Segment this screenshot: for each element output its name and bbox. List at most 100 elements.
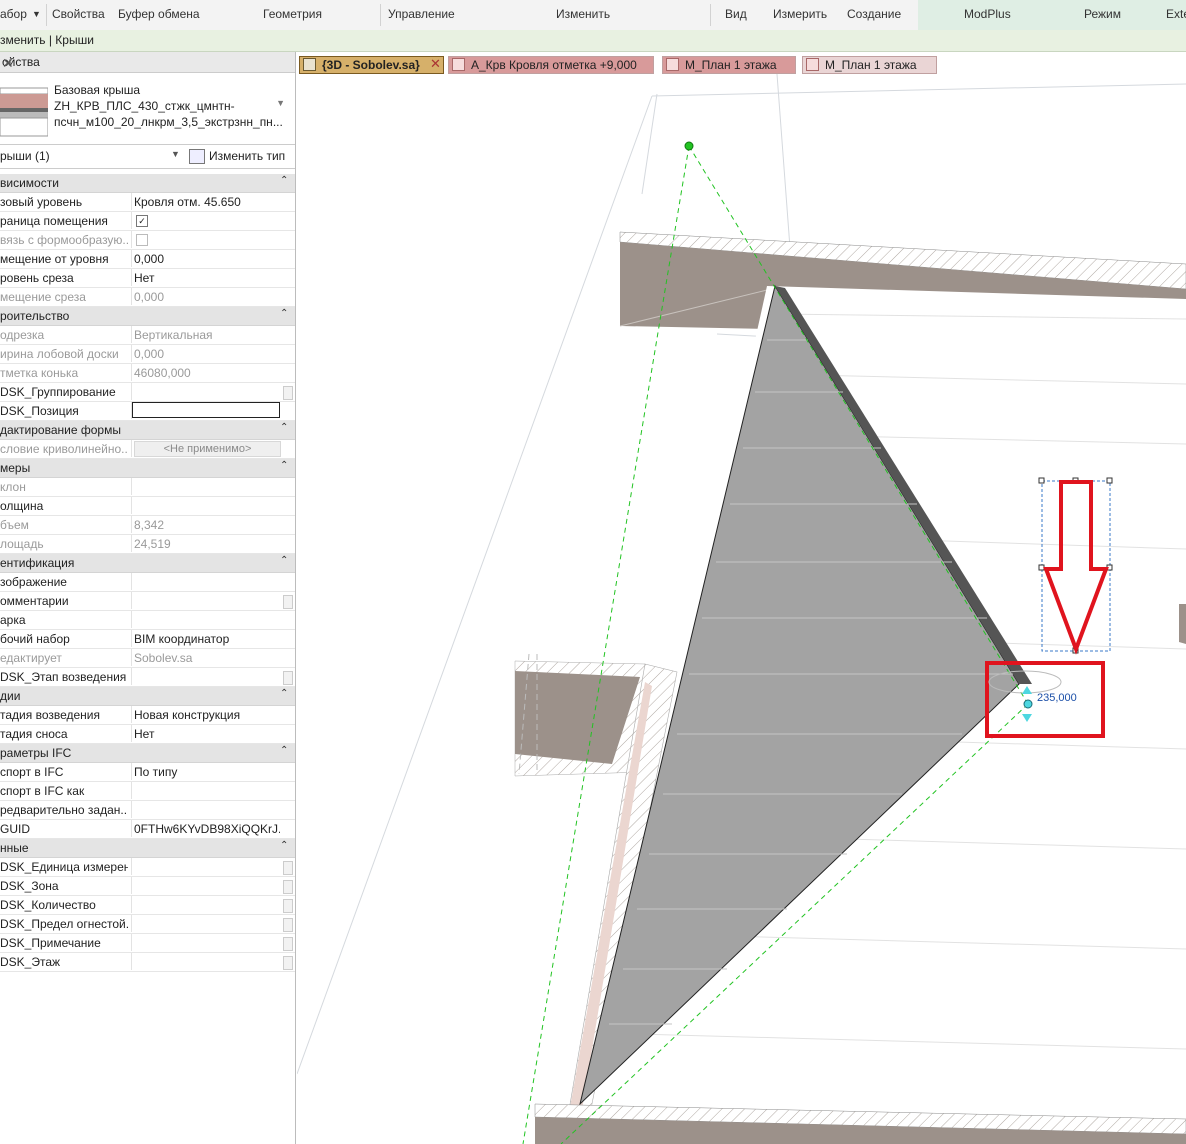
property-row[interactable]: DSK_Количество — [0, 896, 295, 915]
dimension-value[interactable]: 235,000 — [1037, 692, 1077, 704]
property-row[interactable]: тадия возведения Новая конструкция — [0, 706, 295, 725]
chevron-down-icon[interactable]: ▼ — [276, 98, 285, 108]
property-row[interactable]: ровень среза Нет — [0, 269, 295, 288]
property-value[interactable]: Кровля отм. 45.650 — [134, 195, 280, 209]
edit-button-icon[interactable] — [283, 595, 293, 609]
ribbon-group-modify[interactable]: Изменить — [556, 7, 610, 21]
property-value-cell[interactable] — [131, 592, 282, 609]
property-group-header[interactable]: висимости ⌃ — [0, 174, 295, 193]
property-value[interactable]: 0,000 — [134, 252, 280, 266]
property-row[interactable]: мещение среза 0,000 — [0, 288, 295, 307]
property-value-cell[interactable]: 0FTHw6KYvDB98XiQQKrJ... — [131, 820, 282, 837]
property-row[interactable]: DSK_Единица измерен... — [0, 858, 295, 877]
tab-roof-plan[interactable]: А_Крв Кровля отметка +9,000 — [448, 56, 654, 74]
property-value[interactable]: 0,000 — [134, 290, 280, 304]
property-row[interactable]: едактирует Sobolev.sa — [0, 649, 295, 668]
property-row[interactable]: DSK_Позиция — [0, 402, 295, 421]
property-row[interactable]: вязь с формообразую... — [0, 231, 295, 250]
property-value[interactable]: Вертикальная — [134, 328, 280, 342]
property-row[interactable]: спорт в IFC как — [0, 782, 295, 801]
checkbox-checked-icon[interactable]: ✓ — [136, 215, 148, 227]
property-value-cell[interactable]: Нет — [131, 269, 282, 286]
property-row[interactable]: лощадь 24,519 — [0, 535, 295, 554]
edit-button-icon[interactable] — [283, 671, 293, 685]
property-value-cell[interactable]: Нет — [131, 725, 282, 742]
property-value-cell[interactable]: Вертикальная — [131, 326, 282, 343]
collapse-icon[interactable]: ⌃ — [280, 422, 288, 433]
property-value[interactable]: 0,000 — [134, 347, 280, 361]
ribbon-group-create[interactable]: Создание — [847, 7, 901, 21]
property-value-cell[interactable] — [131, 231, 282, 248]
property-value-cell[interactable]: 8,342 — [131, 516, 282, 533]
property-value-cell[interactable] — [131, 668, 282, 685]
3d-viewport[interactable]: 235,000 — [297, 74, 1186, 1144]
ribbon-group-manage[interactable]: Управление — [388, 7, 455, 21]
property-value-cell[interactable]: Sobolev.sa — [131, 649, 282, 666]
edit-button-icon[interactable] — [283, 956, 293, 970]
property-row[interactable]: GUID 0FTHw6KYvDB98XiQQKrJ... — [0, 820, 295, 839]
property-value-cell[interactable]: 0,000 — [131, 250, 282, 267]
property-value-cell[interactable] — [131, 877, 282, 894]
edit-button-icon[interactable] — [283, 937, 293, 951]
property-value-cell[interactable]: По типу — [131, 763, 282, 780]
property-value-cell[interactable] — [131, 953, 282, 970]
ribbon-group-modplus[interactable]: ModPlus — [964, 7, 1011, 21]
edit-type-button[interactable]: Изменить тип — [188, 147, 288, 165]
property-row[interactable]: DSK_Предел огнестой... — [0, 915, 295, 934]
property-group-header[interactable]: роительство ⌃ — [0, 307, 295, 326]
property-value-cell[interactable]: 0,000 — [131, 288, 282, 305]
property-value-cell[interactable] — [131, 782, 282, 799]
property-value[interactable]: 0FTHw6KYvDB98XiQQKrJ... — [134, 822, 280, 836]
property-row[interactable]: DSK_Примечание — [0, 934, 295, 953]
collapse-icon[interactable]: ⌃ — [280, 308, 288, 319]
collapse-icon[interactable]: ⌃ — [280, 555, 288, 566]
property-row[interactable]: арка — [0, 611, 295, 630]
collapse-icon[interactable]: ⌃ — [280, 175, 288, 186]
property-value-cell[interactable]: 0,000 — [131, 345, 282, 362]
property-row[interactable]: спорт в IFC По типу — [0, 763, 295, 782]
property-value-cell[interactable] — [131, 896, 282, 913]
property-row[interactable]: DSK_Группирование — [0, 383, 295, 402]
close-icon[interactable]: ✕ — [430, 56, 441, 72]
property-row[interactable]: омментарии — [0, 592, 295, 611]
collapse-icon[interactable]: ⌃ — [280, 745, 288, 756]
property-value[interactable]: 24,519 — [134, 537, 280, 551]
property-row[interactable]: олщина — [0, 497, 295, 516]
property-row[interactable]: раница помещения ✓ — [0, 212, 295, 231]
property-row[interactable]: бъем 8,342 — [0, 516, 295, 535]
chevron-down-icon[interactable]: ▼ — [171, 149, 180, 159]
instance-filter[interactable]: рыши (1) ▼ Изменить тип — [0, 144, 295, 169]
property-value[interactable]: 46080,000 — [134, 366, 280, 380]
tab-3d-view[interactable]: {3D - Sobolev.sa} ✕ — [299, 56, 444, 74]
collapse-icon[interactable]: ⌃ — [280, 460, 288, 471]
property-group-header[interactable]: раметры IFC ⌃ — [0, 744, 295, 763]
ribbon-group-properties[interactable]: Свойства — [52, 7, 105, 21]
property-value-cell[interactable] — [131, 497, 282, 514]
property-value-cell[interactable] — [131, 611, 282, 628]
collapse-icon[interactable]: ⌃ — [280, 840, 288, 851]
edit-button-icon[interactable] — [283, 899, 293, 913]
property-value[interactable]: 8,342 — [134, 518, 280, 532]
checkbox-icon[interactable] — [136, 234, 148, 246]
property-row[interactable]: ирина лобовой доски 0,000 — [0, 345, 295, 364]
property-value-cell[interactable]: Новая конструкция — [131, 706, 282, 723]
property-row[interactable]: мещение от уровня 0,000 — [0, 250, 295, 269]
ribbon-group-clipboard[interactable]: Буфер обмена — [118, 7, 200, 21]
tab-floor-plan[interactable]: М_План 1 этажа — [662, 56, 796, 74]
ribbon-select-dropdown[interactable]: абор — [0, 7, 27, 21]
type-selector[interactable]: Базовая крыша ZH_КРВ_ПЛС_430_стжк_цмнтн-… — [0, 72, 295, 145]
property-value[interactable]: Новая конструкция — [134, 708, 280, 722]
property-row[interactable]: зображение — [0, 573, 295, 592]
property-group-header[interactable]: меры ⌃ — [0, 459, 295, 478]
ribbon-group-view[interactable]: Вид — [725, 7, 747, 21]
property-value-cell[interactable]: 24,519 — [131, 535, 282, 552]
property-value-cell[interactable]: 46080,000 — [131, 364, 282, 381]
property-value[interactable]: Нет — [134, 727, 280, 741]
ribbon-group-geometry[interactable]: Геометрия — [263, 7, 322, 21]
not-applicable-button[interactable]: <Не применимо> — [134, 441, 281, 457]
property-row[interactable]: DSK_Этап возведения — [0, 668, 295, 687]
property-row[interactable]: DSK_Этаж — [0, 953, 295, 972]
edit-button-icon[interactable] — [283, 918, 293, 932]
property-row[interactable]: тадия сноса Нет — [0, 725, 295, 744]
close-icon[interactable]: ✕ — [2, 55, 290, 72]
